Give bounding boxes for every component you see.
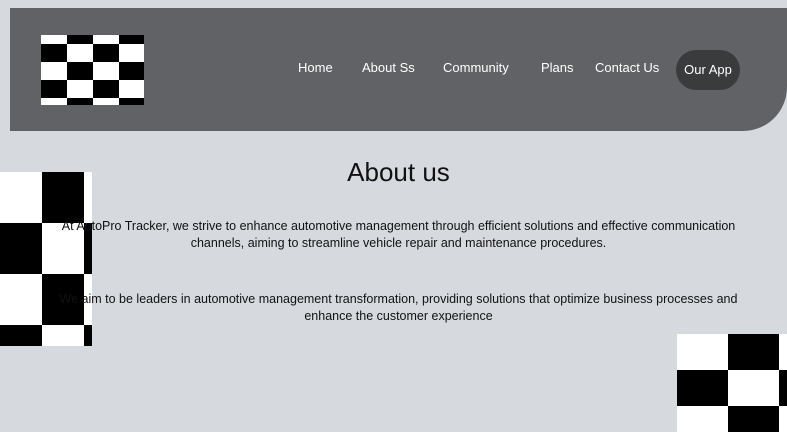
nav-plans[interactable]: Plans — [541, 60, 574, 76]
nav-home[interactable]: Home — [298, 60, 333, 76]
about-paragraph-vision: We aim to be leaders in automotive manag… — [59, 292, 738, 323]
site-header: Home About Ss Community Plans Contact Us… — [10, 8, 787, 131]
main-nav: Home About Ss Community Plans Contact Us — [10, 8, 787, 131]
nav-contact[interactable]: Contact Us — [595, 60, 659, 76]
our-app-button[interactable]: Our App — [676, 50, 740, 90]
checkered-decoration-right — [677, 334, 787, 432]
nav-community[interactable]: Community — [443, 60, 509, 76]
page-title: About us — [347, 157, 450, 187]
nav-about[interactable]: About Ss — [362, 60, 415, 76]
about-paragraph-mission: At AutoPro Tracker, we strive to enhance… — [61, 219, 736, 250]
